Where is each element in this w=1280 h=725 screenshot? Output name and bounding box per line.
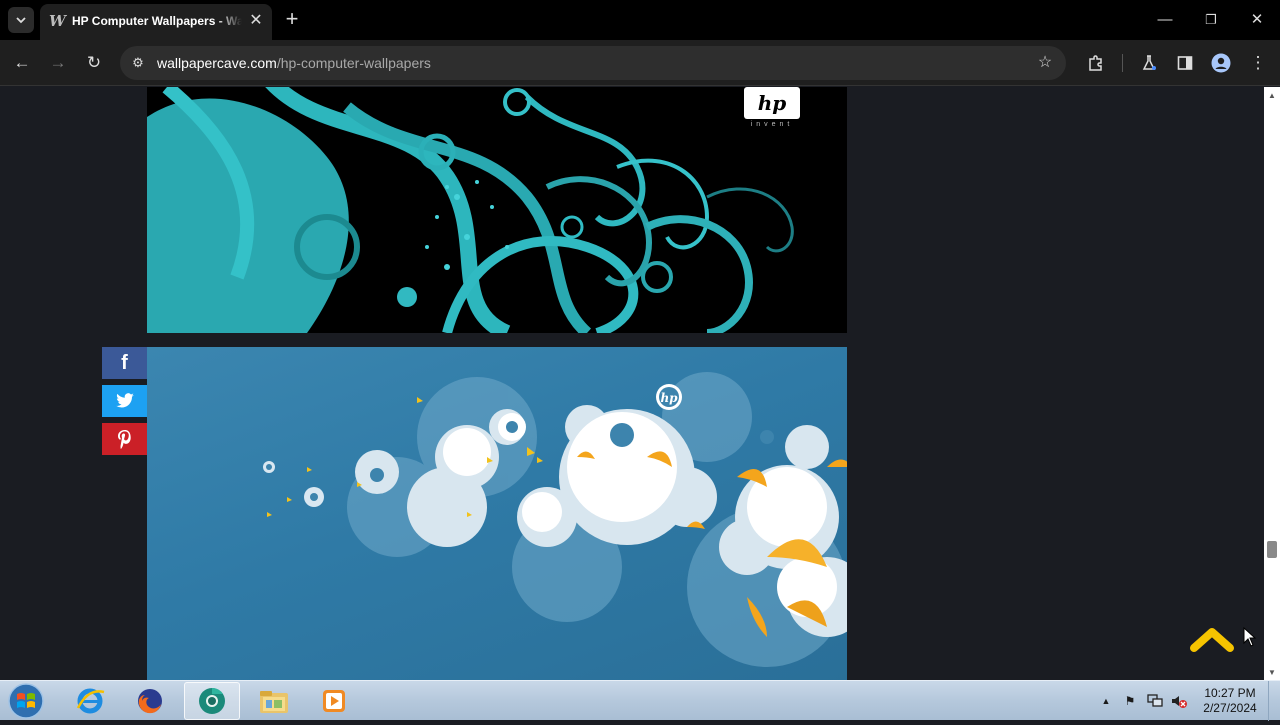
teal-swirl-art	[147, 87, 847, 333]
close-window-icon[interactable]: ✕	[1244, 8, 1270, 32]
tray-expand-icon[interactable]: ▲	[1097, 692, 1115, 710]
page-viewport[interactable]: hp invent hp f	[0, 87, 1264, 680]
back-icon[interactable]: ←	[10, 51, 34, 75]
tab-close-icon[interactable]: ✕	[246, 11, 266, 31]
reload-icon[interactable]: ↻	[82, 51, 106, 75]
scroll-up-arrow-icon[interactable]: ▲	[1267, 91, 1277, 101]
hp-blue-bubbles-wallpaper[interactable]: hp	[147, 347, 847, 680]
side-panel-icon[interactable]	[1173, 51, 1197, 75]
url-domain: wallpapercave.com	[157, 55, 277, 71]
hp-logo-caption: invent	[750, 121, 794, 128]
labs-flask-icon[interactable]	[1137, 51, 1161, 75]
network-icon[interactable]	[1146, 692, 1164, 710]
taskbar-media-player[interactable]	[306, 682, 362, 720]
scroll-down-arrow-icon[interactable]: ▼	[1267, 668, 1277, 678]
url-text[interactable]: wallpapercave.com/hp-computer-wallpapers	[157, 55, 431, 71]
tab-search-button[interactable]	[8, 7, 34, 33]
facebook-share-button[interactable]: f	[102, 347, 147, 379]
minimize-icon[interactable]: —	[1152, 8, 1178, 32]
scroll-to-top-button[interactable]	[1190, 624, 1234, 654]
address-bar[interactable]: ⚙ wallpapercave.com/hp-computer-wallpape…	[120, 46, 1066, 80]
media-player-icon	[323, 690, 345, 712]
hp-logo: hp	[744, 87, 800, 119]
browser-tab[interactable]: W HP Computer Wallpapers - Wallpaper Cav…	[40, 4, 272, 40]
profile-icon[interactable]	[1209, 51, 1233, 75]
favicon-icon: W	[49, 12, 66, 30]
folder-icon	[260, 691, 288, 713]
show-desktop-button[interactable]	[1268, 681, 1280, 721]
twitter-share-button[interactable]	[102, 385, 147, 417]
extensions-icon[interactable]	[1084, 51, 1108, 75]
scrollbar-thumb[interactable]	[1267, 541, 1277, 558]
pinterest-icon	[117, 430, 131, 449]
svg-text:hp: hp	[660, 391, 678, 405]
taskbar-chrome-canary[interactable]	[184, 682, 240, 720]
new-tab-button[interactable]: +	[281, 8, 303, 30]
bookmark-star-icon[interactable]: ☆	[1034, 52, 1056, 74]
action-center-flag-icon[interactable]: ⚑	[1121, 692, 1139, 710]
restore-icon[interactable]: ❐	[1198, 8, 1224, 32]
taskbar-file-explorer[interactable]	[246, 682, 302, 720]
pinterest-share-button[interactable]	[102, 423, 147, 455]
clock-date: 2/27/2024	[1203, 701, 1257, 715]
hp-small-logo: hp	[656, 384, 682, 410]
bubbles-art: hp	[263, 372, 847, 667]
svg-text:hp: hp	[758, 91, 787, 115]
firefox-icon	[138, 689, 162, 714]
page-scrollbar[interactable]: ▲ ▼	[1264, 87, 1280, 680]
twitter-icon	[115, 393, 134, 408]
volume-muted-icon[interactable]	[1170, 692, 1188, 710]
start-button[interactable]	[6, 682, 46, 720]
mouse-cursor-icon	[1243, 627, 1257, 647]
chrome-canary-icon	[199, 687, 225, 714]
toolbar-divider	[1122, 54, 1123, 72]
url-path: /hp-computer-wallpapers	[276, 55, 431, 71]
windows-logo-icon	[8, 683, 44, 719]
windows-taskbar: ▲ ⚑ 10:27 PM 2/27/2024	[0, 680, 1280, 721]
browser-toolbar: ← → ↻ ⚙ wallpapercave.com/hp-computer-wa…	[0, 40, 1280, 86]
chevron-up-icon	[1190, 628, 1234, 652]
internet-explorer-icon	[76, 688, 105, 714]
taskbar-firefox[interactable]	[122, 682, 178, 720]
site-info-icon[interactable]: ⚙	[128, 53, 148, 73]
tab-title: HP Computer Wallpapers - Wallpaper Cave	[72, 14, 242, 28]
chevron-down-icon	[16, 17, 26, 24]
forward-icon[interactable]: →	[46, 51, 70, 75]
taskbar-clock[interactable]: 10:27 PM 2/27/2024	[1196, 686, 1264, 716]
clock-time: 10:27 PM	[1204, 686, 1256, 700]
taskbar-internet-explorer[interactable]	[62, 682, 118, 720]
facebook-icon: f	[121, 351, 128, 374]
menu-dots-icon[interactable]: ⋮	[1246, 51, 1270, 75]
hp-teal-swirl-wallpaper[interactable]: hp invent	[147, 87, 847, 333]
tab-strip: W HP Computer Wallpapers - Wallpaper Cav…	[0, 0, 1280, 40]
